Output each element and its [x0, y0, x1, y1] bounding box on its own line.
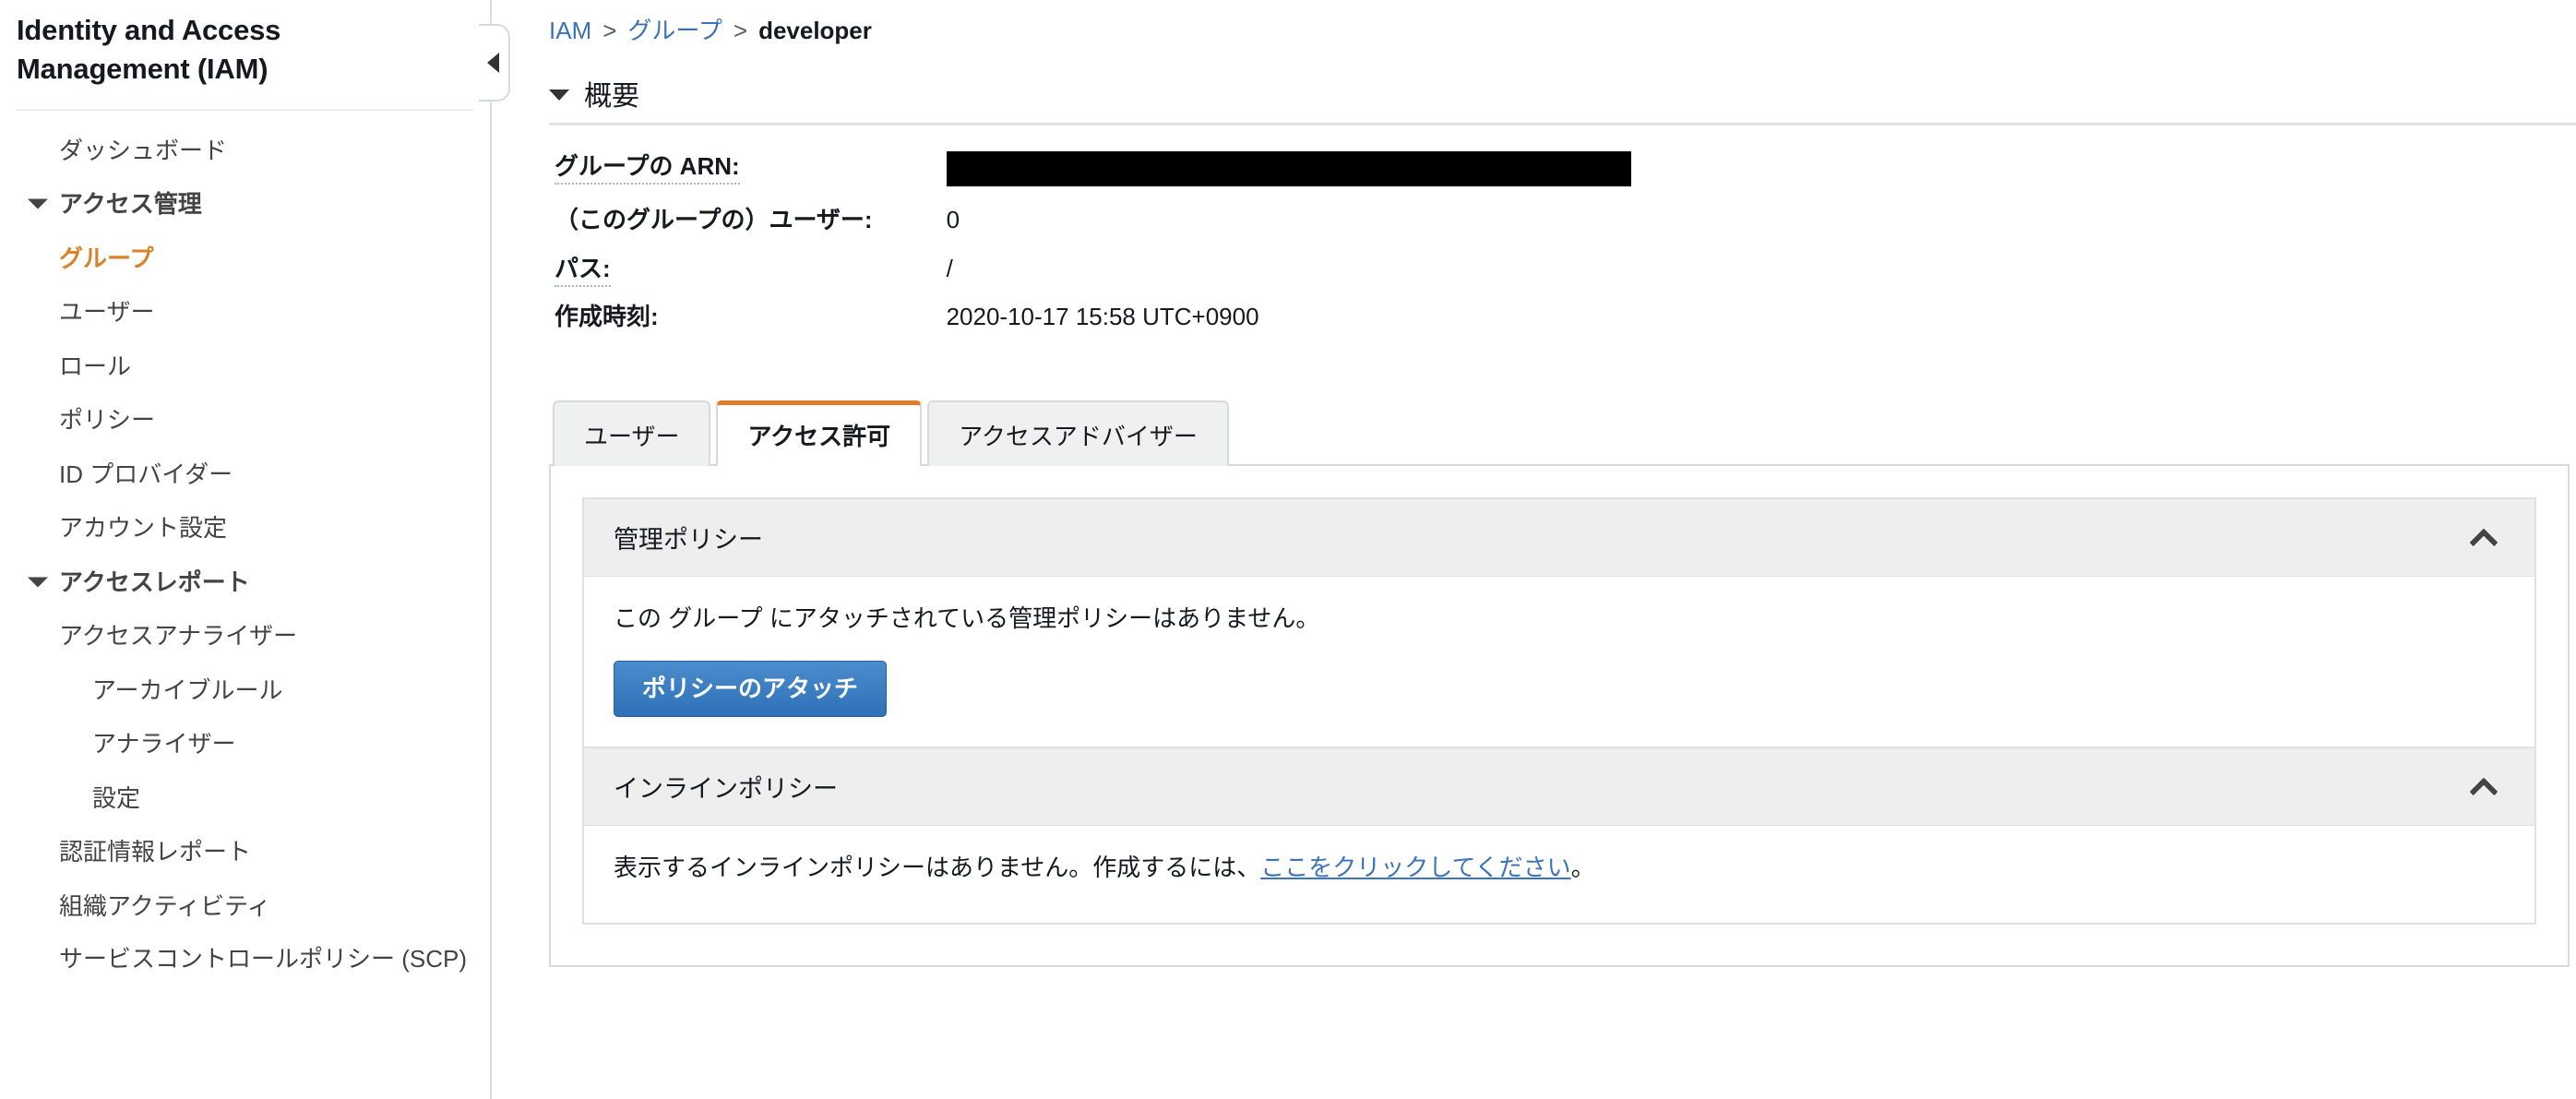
sidebar-item-access-analyzer[interactable]: アクセスアナライザー [0, 609, 490, 663]
managed-policies-title: 管理ポリシー [614, 525, 763, 554]
sidebar-item-label: アクセスアナライザー [59, 622, 298, 651]
breadcrumb-link-groups[interactable]: グループ [627, 17, 722, 44]
inline-empty-text-after: 。 [1570, 853, 1595, 881]
breadcrumb-separator: > [733, 17, 748, 44]
sidebar-item-policies[interactable]: ポリシー [0, 393, 490, 448]
sidebar-item-label: アカウント設定 [59, 514, 228, 543]
tab-access-advisor[interactable]: アクセスアドバイザー [927, 400, 1229, 466]
summary-table: グループの ARN: （このグループの）ユーザー: 0 パス: / 作成時刻: … [555, 142, 1631, 341]
caret-down-icon [28, 577, 48, 588]
sidebar-item-groups[interactable]: グループ [0, 232, 490, 286]
main-content: IAM > グループ > developer 概要 グループの ARN: （この… [492, 0, 2576, 1099]
summary-label-users: （このグループの）ユーザー: [555, 196, 928, 245]
sidebar-item-label: 設定 [92, 783, 141, 812]
summary-label-text: グループの ARN: [555, 152, 740, 185]
sidebar-item-label: アクセスレポート [59, 567, 250, 596]
sidebar-group-access-reports[interactable]: アクセスレポート [0, 555, 490, 610]
sidebar-item-label: アナライザー [92, 730, 236, 759]
inline-policies-title: インラインポリシー [614, 774, 838, 803]
sidebar-item-label: ダッシュボード [59, 136, 228, 164]
sidebar-item-service-control-policies[interactable]: サービスコントロールポリシー (SCP) [0, 933, 490, 986]
summary-heading: 概要 [584, 81, 639, 113]
tabs-section: ユーザー アクセス許可 アクセスアドバイザー 管理ポリシー この グループ にア [549, 399, 2576, 967]
summary-value-created: 2020-10-17 15:58 UTC+0900 [946, 303, 1259, 331]
sidebar-item-identity-providers[interactable]: ID プロバイダー [0, 448, 490, 502]
summary-row-users: （このグループの）ユーザー: 0 [555, 196, 1631, 245]
tab-label: ユーザー [584, 422, 680, 450]
sidebar-item-label: アーカイブルール [92, 675, 283, 704]
sidebar-item-users[interactable]: ユーザー [0, 285, 490, 340]
sidebar: Identity and Access Management (IAM) ダッシ… [0, 0, 492, 1099]
summary-label-text: パス: [555, 254, 611, 287]
sidebar-item-organization-activity[interactable]: 組織アクティビティ [0, 879, 490, 934]
breadcrumb-separator: > [602, 17, 617, 44]
summary-label-text: 作成時刻: [555, 303, 659, 331]
sidebar-item-credential-report[interactable]: 認証情報レポート [0, 825, 490, 879]
tab-permissions[interactable]: アクセス許可 [716, 400, 923, 466]
chevron-up-icon[interactable] [2472, 774, 2496, 798]
breadcrumb-current: developer [758, 17, 872, 44]
sidebar-nav: ダッシュボード アクセス管理 グループ ユーザー ロール ポリシー ID プロバ… [0, 111, 490, 986]
inline-policies-header[interactable]: インラインポリシー [584, 747, 2534, 826]
sidebar-item-label: ロール [59, 352, 132, 380]
summary-row-arn: グループの ARN: [555, 142, 1631, 196]
sidebar-item-settings[interactable]: 設定 [0, 771, 490, 826]
sidebar-item-archive-rules[interactable]: アーカイブルール [0, 663, 490, 718]
caret-down-icon [549, 90, 569, 102]
chevron-up-icon[interactable] [2472, 525, 2496, 549]
tab-label: アクセス許可 [747, 422, 891, 450]
attach-policy-button[interactable]: ポリシーのアタッチ [614, 660, 888, 717]
summary-divider [549, 123, 2576, 126]
sidebar-group-access-management[interactable]: アクセス管理 [0, 177, 490, 232]
sidebar-item-label: ID プロバイダー [59, 460, 233, 488]
sidebar-item-label: ポリシー [59, 406, 156, 435]
caret-left-icon [486, 53, 499, 73]
inline-policies-panel: インラインポリシー 表示するインラインポリシーはありません。作成するには、ここを… [582, 747, 2536, 925]
inline-policies-empty-text: 表示するインラインポリシーはありません。作成するには、ここをクリックしてください… [614, 850, 2505, 886]
sidebar-item-label: グループ [59, 244, 154, 272]
sidebar-item-account-settings[interactable]: アカウント設定 [0, 501, 490, 555]
summary-label-created: 作成時刻: [555, 293, 928, 341]
summary-label-path: パス: [555, 245, 928, 293]
sidebar-title: Identity and Access Management (IAM) [17, 14, 281, 85]
sidebar-item-roles[interactable]: ロール [0, 340, 490, 394]
inline-policies-body: 表示するインラインポリシーはありません。作成するには、ここをクリックしてください… [584, 825, 2534, 923]
sidebar-collapse-button[interactable] [479, 24, 510, 102]
sidebar-item-label: サービスコントロールポリシー (SCP) [59, 945, 468, 974]
summary-label-arn: グループの ARN: [555, 142, 928, 196]
sidebar-item-label: 認証情報レポート [59, 838, 252, 866]
summary-label-text: （このグループの）ユーザー: [555, 206, 873, 234]
managed-policies-panel: 管理ポリシー この グループ にアタッチされている管理ポリシーはありません。 ポ… [582, 496, 2536, 748]
redacted-arn-value [946, 151, 1631, 187]
sidebar-item-label: 組織アクティビティ [59, 891, 271, 920]
breadcrumb: IAM > グループ > developer [549, 17, 2576, 45]
summary-value-path: / [946, 254, 953, 282]
managed-policies-empty-text: この グループ にアタッチされている管理ポリシーはありません。 [614, 603, 1320, 632]
sidebar-item-dashboard[interactable]: ダッシュボード [0, 124, 490, 178]
summary-row-created: 作成時刻: 2020-10-17 15:58 UTC+0900 [555, 293, 1631, 341]
sidebar-item-label: ユーザー [59, 298, 155, 327]
summary-value-users: 0 [946, 206, 960, 234]
managed-policies-header[interactable]: 管理ポリシー [584, 498, 2534, 577]
tab-users[interactable]: ユーザー [553, 400, 711, 466]
breadcrumb-link-iam[interactable]: IAM [549, 17, 591, 44]
sidebar-item-label: アクセス管理 [59, 190, 202, 219]
summary-section-toggle[interactable]: 概要 [549, 73, 639, 113]
tab-label: アクセスアドバイザー [959, 422, 1198, 450]
iam-console-page: Identity and Access Management (IAM) ダッシ… [0, 0, 2576, 1099]
managed-policies-body: この グループ にアタッチされている管理ポリシーはありません。 ポリシーのアタッ… [584, 576, 2534, 747]
caret-down-icon [28, 198, 48, 209]
summary-value-arn [928, 142, 1631, 196]
sidebar-item-analyzers[interactable]: アナライザー [0, 717, 490, 771]
inline-empty-text-before: 表示するインラインポリシーはありません。作成するには、 [614, 853, 1261, 881]
create-inline-policy-link[interactable]: ここをクリックしてください [1260, 854, 1570, 881]
tab-strip: ユーザー アクセス許可 アクセスアドバイザー [553, 399, 2576, 466]
tab-panel-permissions: 管理ポリシー この グループ にアタッチされている管理ポリシーはありません。 ポ… [549, 463, 2570, 967]
summary-row-path: パス: / [555, 245, 1631, 293]
